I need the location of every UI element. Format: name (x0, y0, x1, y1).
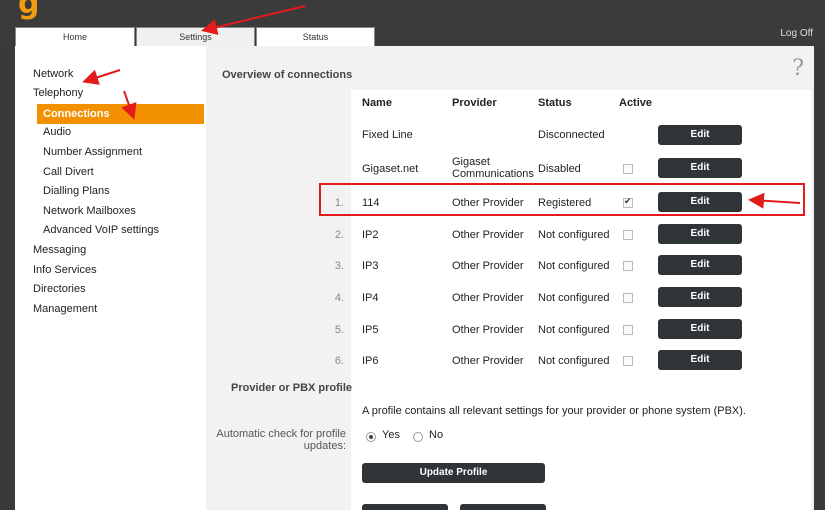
row-name: Gigaset.net (362, 163, 419, 175)
sidebar-item-telephony[interactable]: Telephony (33, 87, 83, 99)
active-checkbox[interactable] (623, 325, 633, 335)
radio-no[interactable] (413, 432, 423, 442)
footer-button-2[interactable] (460, 504, 546, 510)
edit-button[interactable]: Edit (658, 158, 742, 178)
active-checkbox[interactable] (623, 230, 633, 240)
update-profile-button[interactable]: Update Profile (362, 463, 545, 483)
row-provider: Other Provider (452, 324, 524, 336)
sidebar: Network Telephony Connections Audio Numb… (15, 46, 206, 510)
row-provider: Other Provider (452, 292, 524, 304)
help-icon[interactable]: ? (792, 56, 804, 81)
tab-status[interactable]: Status (256, 27, 375, 46)
profile-description: A profile contains all relevant settings… (362, 405, 746, 417)
row-name: IP6 (362, 355, 379, 367)
sidebar-item-audio[interactable]: Audio (43, 126, 71, 138)
edit-button[interactable]: Edit (658, 319, 742, 339)
auto-check-label: Automatic check for profile updates: (216, 428, 346, 452)
tab-home[interactable]: Home (15, 27, 135, 46)
row-status: Not configured (538, 229, 610, 241)
edit-button[interactable]: Edit (658, 255, 742, 275)
radio-yes[interactable] (366, 432, 376, 442)
row-index: 3. (334, 260, 344, 272)
col-status: Status (538, 97, 572, 109)
row-status: Not configured (538, 355, 610, 367)
sidebar-item-network-mailboxes[interactable]: Network Mailboxes (43, 205, 136, 217)
sidebar-item-directories[interactable]: Directories (33, 283, 86, 295)
sidebar-item-advanced-voip[interactable]: Advanced VoIP settings (43, 224, 159, 236)
sidebar-item-management[interactable]: Management (33, 303, 97, 315)
profile-title: Provider or PBX profile (231, 382, 353, 394)
top-bar: g Home Settings Status Log Off (0, 0, 825, 46)
footer-button-1[interactable] (362, 504, 448, 510)
row-provider: Gigaset Communications (452, 156, 534, 180)
highlight-annotation (319, 183, 805, 216)
edit-button[interactable]: Edit (658, 350, 742, 370)
tab-settings[interactable]: Settings (136, 27, 255, 46)
sidebar-item-messaging[interactable]: Messaging (33, 244, 86, 256)
col-active: Active (619, 97, 653, 109)
logoff-link[interactable]: Log Off (780, 28, 813, 39)
row-name: IP4 (362, 292, 379, 304)
edit-button[interactable]: Edit (658, 125, 742, 145)
row-provider: Other Provider (452, 355, 524, 367)
row-name: IP2 (362, 229, 379, 241)
active-checkbox[interactable] (623, 293, 633, 303)
radio-yes-label: Yes (382, 429, 400, 441)
main-panel: ? Overview of connections Name Provider … (206, 46, 814, 510)
col-provider: Provider (452, 97, 497, 109)
row-name: IP3 (362, 260, 379, 272)
col-name: Name (362, 97, 392, 109)
sidebar-item-info-services[interactable]: Info Services (33, 264, 97, 276)
row-status: Not configured (538, 292, 610, 304)
edit-button[interactable]: Edit (658, 224, 742, 244)
row-name: Fixed Line (362, 129, 413, 141)
row-index: 4. (334, 292, 344, 304)
row-index: 6. (334, 355, 344, 367)
active-checkbox[interactable] (623, 261, 633, 271)
sidebar-item-network[interactable]: Network (33, 68, 73, 80)
sidebar-item-number-assignment[interactable]: Number Assignment (43, 146, 142, 158)
radio-no-label: No (429, 429, 444, 441)
row-status: Not configured (538, 324, 610, 336)
row-name: IP5 (362, 324, 379, 336)
brand-logo: g (18, 0, 40, 21)
active-checkbox[interactable] (623, 164, 633, 174)
row-status: Disconnected (538, 129, 605, 141)
row-index: 2. (334, 229, 344, 241)
active-checkbox[interactable] (623, 356, 633, 366)
row-status: Not configured (538, 260, 610, 272)
row-provider: Other Provider (452, 229, 524, 241)
sidebar-item-dialling-plans[interactable]: Dialling Plans (43, 185, 110, 197)
row-provider: Other Provider (452, 260, 524, 272)
row-status: Disabled (538, 163, 581, 175)
overview-title: Overview of connections (222, 69, 353, 81)
edit-button[interactable]: Edit (658, 287, 742, 307)
row-index: 5. (334, 324, 344, 336)
sidebar-item-connections[interactable]: Connections (37, 104, 204, 124)
sidebar-item-call-divert[interactable]: Call Divert (43, 166, 94, 178)
